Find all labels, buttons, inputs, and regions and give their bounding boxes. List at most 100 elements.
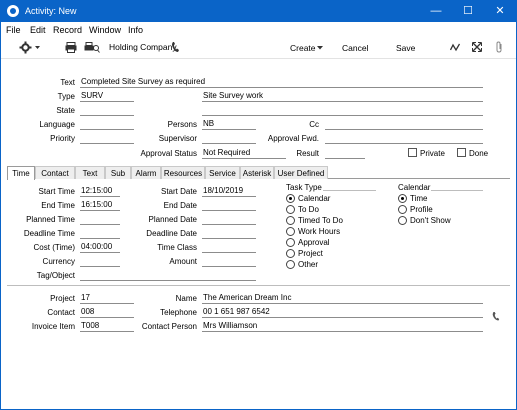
tab-service[interactable]: Service [205,166,240,179]
type-field[interactable]: SURV [80,91,134,102]
name-field[interactable]: The American Dream Inc [202,293,483,304]
project-label: Project [50,294,75,303]
company-label: Holding Company [109,42,177,52]
end-time-label: End Time [41,201,75,210]
invoice-item-label: Invoice Item [31,322,75,331]
currency-label: Currency [42,257,75,266]
tag-object-label: Tag/Object [36,271,75,280]
task-type-timed-todo-radio[interactable] [286,216,295,225]
task-type-calendar-radio[interactable] [286,194,295,203]
telephone-field[interactable]: 00 1 651 987 6542 [202,307,483,318]
planned-time-field[interactable] [80,214,120,225]
task-type-approval-label: Approval [298,238,330,247]
text-field[interactable]: Completed Site Survey as required [80,77,483,88]
deadline-time-label: Deadline Time [23,229,75,238]
task-type-project-radio[interactable] [286,249,295,258]
result-field[interactable] [325,148,365,159]
planned-date-field[interactable] [202,214,256,225]
tab-sub[interactable]: Sub [105,166,131,179]
cc-field[interactable] [325,119,483,130]
task-type-work-hours-radio[interactable] [286,227,295,236]
supervisor-field[interactable] [202,133,256,144]
amount-label: Amount [169,257,197,266]
calendar-dont-show-label: Don't Show [410,216,451,225]
task-type-other-radio[interactable] [286,260,295,269]
tab-time[interactable]: Time [7,166,35,180]
maximize-button[interactable]: ☐ [452,1,484,22]
telephone-label: Telephone [160,308,197,317]
priority-field[interactable] [80,133,134,144]
menu-window[interactable]: Window [89,25,121,35]
task-type-todo-radio[interactable] [286,205,295,214]
supervisor-label: Supervisor [158,134,197,143]
tab-bar: Time Contact Text Sub Alarm Resources Se… [7,166,510,180]
tab-resources[interactable]: Resources [161,166,205,179]
calendar-divider [431,190,483,191]
task-type-divider [323,190,376,191]
tag-object-field[interactable] [80,270,256,281]
cc-label: Cc [309,120,319,129]
app-icon [7,5,19,17]
window-title: Activity: New [25,6,77,16]
done-checkbox[interactable] [457,148,466,157]
approval-fwd-field[interactable] [325,133,483,144]
phone-icon[interactable] [171,41,180,53]
cost-time-field[interactable]: 04:00:00 [80,242,120,253]
result-label: Result [296,149,319,158]
create-button[interactable]: Create [290,43,316,53]
currency-field[interactable] [80,256,120,267]
start-date-field[interactable]: 18/10/2019 [202,186,256,197]
state-label: State [56,106,75,115]
approval-status-field[interactable]: Not Required [202,148,286,159]
end-date-field[interactable] [202,200,256,211]
menu-file[interactable]: File [6,25,21,35]
task-type-approval-radio[interactable] [286,238,295,247]
tab-user-defined[interactable]: User Defined [274,166,328,179]
name-label: Name [175,294,197,303]
state-description [202,105,483,116]
gear-icon[interactable] [19,41,41,54]
private-checkbox[interactable] [408,148,417,157]
menu-record[interactable]: Record [53,25,82,35]
persons-label: Persons [167,120,197,129]
menu-edit[interactable]: Edit [30,25,46,35]
calendar-dont-show-radio[interactable] [398,216,407,225]
tab-alarm[interactable]: Alarm [131,166,161,179]
deadline-date-field[interactable] [202,228,256,239]
close-button[interactable]: ✕ [484,1,516,22]
toolbar: Holding Company Create Cancel Save [1,37,516,59]
minimize-button[interactable]: — [420,1,452,22]
language-field[interactable] [80,119,134,130]
end-time-field[interactable]: 16:15:00 [80,200,120,211]
activity-window: Activity: New — ☐ ✕ File Edit Record Win… [0,0,517,410]
print-preview-icon[interactable] [84,42,100,53]
planned-time-label: Planned Time [26,215,75,224]
print-icon[interactable] [65,42,77,53]
amount-field[interactable] [202,256,256,267]
contact-person-field[interactable]: Mrs Williamson [202,321,483,332]
activity-graph-icon[interactable] [450,43,460,52]
state-field[interactable] [80,105,134,116]
tab-contact[interactable]: Contact [35,166,75,179]
persons-field[interactable]: NB [202,119,256,130]
time-class-field[interactable] [202,242,256,253]
language-label: Language [39,120,75,129]
save-button[interactable]: Save [396,43,415,53]
deadline-time-field[interactable] [80,228,120,239]
menu-info[interactable]: Info [128,25,143,35]
calendar-profile-radio[interactable] [398,205,407,214]
done-label: Done [469,149,489,158]
tab-text[interactable]: Text [75,166,105,179]
expand-icon[interactable] [472,42,482,52]
deadline-date-label: Deadline Date [146,229,197,238]
call-phone-icon[interactable] [492,311,500,321]
cancel-button[interactable]: Cancel [342,43,368,53]
attachment-icon[interactable] [495,41,503,53]
tab-asterisk[interactable]: Asterisk [240,166,274,179]
cost-time-label: Cost (Time) [33,243,75,252]
approval-status-label: Approval Status [140,149,197,158]
planned-date-label: Planned Date [148,215,197,224]
calendar-time-radio[interactable] [398,194,407,203]
start-time-field[interactable]: 12:15:00 [80,186,120,197]
private-label: Private [420,149,445,158]
